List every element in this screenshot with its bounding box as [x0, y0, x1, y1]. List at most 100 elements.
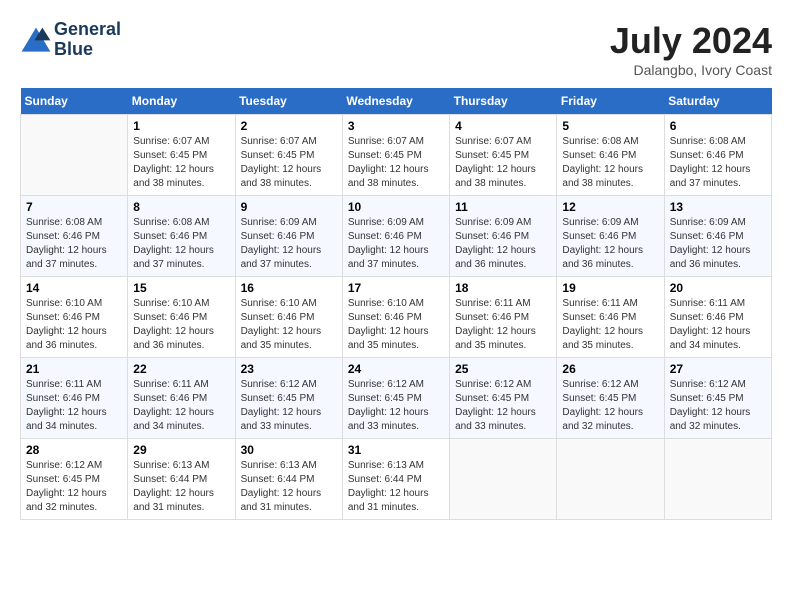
- day-info: Sunrise: 6:11 AM Sunset: 6:46 PM Dayligh…: [133, 378, 229, 434]
- calendar-cell: 27 Sunrise: 6:12 AM Sunset: 6:45 PM Dayli…: [664, 358, 771, 439]
- logo-icon: [20, 26, 52, 54]
- day-info: Sunrise: 6:12 AM Sunset: 6:45 PM Dayligh…: [26, 459, 122, 515]
- day-number: 16: [241, 281, 337, 295]
- day-info: Sunrise: 6:12 AM Sunset: 6:45 PM Dayligh…: [455, 378, 551, 434]
- day-info: Sunrise: 6:13 AM Sunset: 6:44 PM Dayligh…: [348, 459, 444, 515]
- day-info: Sunrise: 6:09 AM Sunset: 6:46 PM Dayligh…: [562, 216, 658, 272]
- day-number: 27: [670, 362, 766, 376]
- calendar-cell: 31Sunrise: 6:13 AM Sunset: 6:44 PM Dayli…: [342, 439, 449, 520]
- calendar-cell: 17 Sunrise: 6:10 AM Sunset: 6:46 PM Dayli…: [342, 277, 449, 358]
- day-number: 4: [455, 119, 551, 133]
- weekday-header-thursday: Thursday: [450, 88, 557, 115]
- day-info: Sunrise: 6:09 AM Sunset: 6:46 PM Dayligh…: [455, 216, 551, 272]
- day-number: 14: [26, 281, 122, 295]
- calendar-cell: 8Sunrise: 6:08 AM Sunset: 6:46 PM Daylig…: [128, 196, 235, 277]
- calendar-cell: 12 Sunrise: 6:09 AM Sunset: 6:46 PM Dayli…: [557, 196, 664, 277]
- day-number: 21: [26, 362, 122, 376]
- location: Dalangbo, Ivory Coast: [610, 62, 772, 78]
- weekday-header-wednesday: Wednesday: [342, 88, 449, 115]
- day-number: 15: [133, 281, 229, 295]
- day-number: 11: [455, 200, 551, 214]
- day-info: Sunrise: 6:07 AM Sunset: 6:45 PM Dayligh…: [133, 135, 229, 191]
- weekday-header-friday: Friday: [557, 88, 664, 115]
- day-info: Sunrise: 6:11 AM Sunset: 6:46 PM Dayligh…: [562, 297, 658, 353]
- calendar-cell: 26 Sunrise: 6:12 AM Sunset: 6:45 PM Dayli…: [557, 358, 664, 439]
- day-number: 20: [670, 281, 766, 295]
- day-number: 8: [133, 200, 229, 214]
- calendar-cell: 7 Sunrise: 6:08 AM Sunset: 6:46 PM Daylig…: [21, 196, 128, 277]
- day-info: Sunrise: 6:11 AM Sunset: 6:46 PM Dayligh…: [26, 378, 122, 434]
- day-info: Sunrise: 6:12 AM Sunset: 6:45 PM Dayligh…: [562, 378, 658, 434]
- day-number: 26: [562, 362, 658, 376]
- calendar-cell: [21, 115, 128, 196]
- calendar-cell: 22 Sunrise: 6:11 AM Sunset: 6:46 PM Dayli…: [128, 358, 235, 439]
- day-info: Sunrise: 6:10 AM Sunset: 6:46 PM Dayligh…: [133, 297, 229, 353]
- day-number: 23: [241, 362, 337, 376]
- calendar-cell: [664, 439, 771, 520]
- day-number: 9: [241, 200, 337, 214]
- day-info: Sunrise: 6:12 AM Sunset: 6:45 PM Dayligh…: [241, 378, 337, 434]
- calendar-week-row: 7 Sunrise: 6:08 AM Sunset: 6:46 PM Daylig…: [21, 196, 772, 277]
- weekday-header-row: SundayMondayTuesdayWednesdayThursdayFrid…: [21, 88, 772, 115]
- day-info: Sunrise: 6:09 AM Sunset: 6:46 PM Dayligh…: [348, 216, 444, 272]
- day-info: Sunrise: 6:10 AM Sunset: 6:46 PM Dayligh…: [241, 297, 337, 353]
- page-header: General Blue July 2024 Dalangbo, Ivory C…: [20, 20, 772, 78]
- day-info: Sunrise: 6:07 AM Sunset: 6:45 PM Dayligh…: [348, 135, 444, 191]
- calendar-cell: 11 Sunrise: 6:09 AM Sunset: 6:46 PM Dayli…: [450, 196, 557, 277]
- day-info: Sunrise: 6:09 AM Sunset: 6:46 PM Dayligh…: [241, 216, 337, 272]
- day-info: Sunrise: 6:07 AM Sunset: 6:45 PM Dayligh…: [455, 135, 551, 191]
- weekday-header-sunday: Sunday: [21, 88, 128, 115]
- month-year: July 2024: [610, 20, 772, 62]
- weekday-header-tuesday: Tuesday: [235, 88, 342, 115]
- day-number: 13: [670, 200, 766, 214]
- weekday-header-saturday: Saturday: [664, 88, 771, 115]
- day-info: Sunrise: 6:07 AM Sunset: 6:45 PM Dayligh…: [241, 135, 337, 191]
- calendar-cell: 5Sunrise: 6:08 AM Sunset: 6:46 PM Daylig…: [557, 115, 664, 196]
- calendar-cell: 29Sunrise: 6:13 AM Sunset: 6:44 PM Dayli…: [128, 439, 235, 520]
- day-number: 1: [133, 119, 229, 133]
- calendar-cell: 30 Sunrise: 6:13 AM Sunset: 6:44 PM Dayli…: [235, 439, 342, 520]
- calendar-table: SundayMondayTuesdayWednesdayThursdayFrid…: [20, 88, 772, 520]
- day-info: Sunrise: 6:13 AM Sunset: 6:44 PM Dayligh…: [241, 459, 337, 515]
- calendar-cell: 13 Sunrise: 6:09 AM Sunset: 6:46 PM Dayli…: [664, 196, 771, 277]
- calendar-cell: 4 Sunrise: 6:07 AM Sunset: 6:45 PM Daylig…: [450, 115, 557, 196]
- day-number: 12: [562, 200, 658, 214]
- title-block: July 2024 Dalangbo, Ivory Coast: [610, 20, 772, 78]
- day-info: Sunrise: 6:12 AM Sunset: 6:45 PM Dayligh…: [670, 378, 766, 434]
- calendar-cell: 2 Sunrise: 6:07 AM Sunset: 6:45 PM Daylig…: [235, 115, 342, 196]
- day-number: 6: [670, 119, 766, 133]
- day-info: Sunrise: 6:08 AM Sunset: 6:46 PM Dayligh…: [670, 135, 766, 191]
- day-info: Sunrise: 6:11 AM Sunset: 6:46 PM Dayligh…: [455, 297, 551, 353]
- calendar-cell: 24 Sunrise: 6:12 AM Sunset: 6:45 PM Dayli…: [342, 358, 449, 439]
- calendar-cell: 23 Sunrise: 6:12 AM Sunset: 6:45 PM Dayli…: [235, 358, 342, 439]
- day-number: 24: [348, 362, 444, 376]
- logo: General Blue: [20, 20, 121, 60]
- calendar-cell: 18Sunrise: 6:11 AM Sunset: 6:46 PM Dayli…: [450, 277, 557, 358]
- day-number: 25: [455, 362, 551, 376]
- day-info: Sunrise: 6:10 AM Sunset: 6:46 PM Dayligh…: [26, 297, 122, 353]
- calendar-cell: 16 Sunrise: 6:10 AM Sunset: 6:46 PM Dayli…: [235, 277, 342, 358]
- calendar-week-row: 28Sunrise: 6:12 AM Sunset: 6:45 PM Dayli…: [21, 439, 772, 520]
- calendar-week-row: 1 Sunrise: 6:07 AM Sunset: 6:45 PM Daylig…: [21, 115, 772, 196]
- day-number: 2: [241, 119, 337, 133]
- calendar-cell: [450, 439, 557, 520]
- day-info: Sunrise: 6:11 AM Sunset: 6:46 PM Dayligh…: [670, 297, 766, 353]
- calendar-cell: 6 Sunrise: 6:08 AM Sunset: 6:46 PM Daylig…: [664, 115, 771, 196]
- calendar-cell: 20 Sunrise: 6:11 AM Sunset: 6:46 PM Dayli…: [664, 277, 771, 358]
- calendar-cell: 15 Sunrise: 6:10 AM Sunset: 6:46 PM Dayli…: [128, 277, 235, 358]
- day-info: Sunrise: 6:08 AM Sunset: 6:46 PM Dayligh…: [562, 135, 658, 191]
- day-info: Sunrise: 6:09 AM Sunset: 6:46 PM Dayligh…: [670, 216, 766, 272]
- day-info: Sunrise: 6:10 AM Sunset: 6:46 PM Dayligh…: [348, 297, 444, 353]
- calendar-cell: 28Sunrise: 6:12 AM Sunset: 6:45 PM Dayli…: [21, 439, 128, 520]
- day-number: 30: [241, 443, 337, 457]
- day-number: 10: [348, 200, 444, 214]
- day-number: 7: [26, 200, 122, 214]
- day-info: Sunrise: 6:08 AM Sunset: 6:46 PM Dayligh…: [26, 216, 122, 272]
- day-number: 3: [348, 119, 444, 133]
- day-number: 22: [133, 362, 229, 376]
- calendar-cell: 25 Sunrise: 6:12 AM Sunset: 6:45 PM Dayli…: [450, 358, 557, 439]
- calendar-cell: 19Sunrise: 6:11 AM Sunset: 6:46 PM Dayli…: [557, 277, 664, 358]
- day-number: 17: [348, 281, 444, 295]
- day-info: Sunrise: 6:12 AM Sunset: 6:45 PM Dayligh…: [348, 378, 444, 434]
- calendar-week-row: 21 Sunrise: 6:11 AM Sunset: 6:46 PM Dayli…: [21, 358, 772, 439]
